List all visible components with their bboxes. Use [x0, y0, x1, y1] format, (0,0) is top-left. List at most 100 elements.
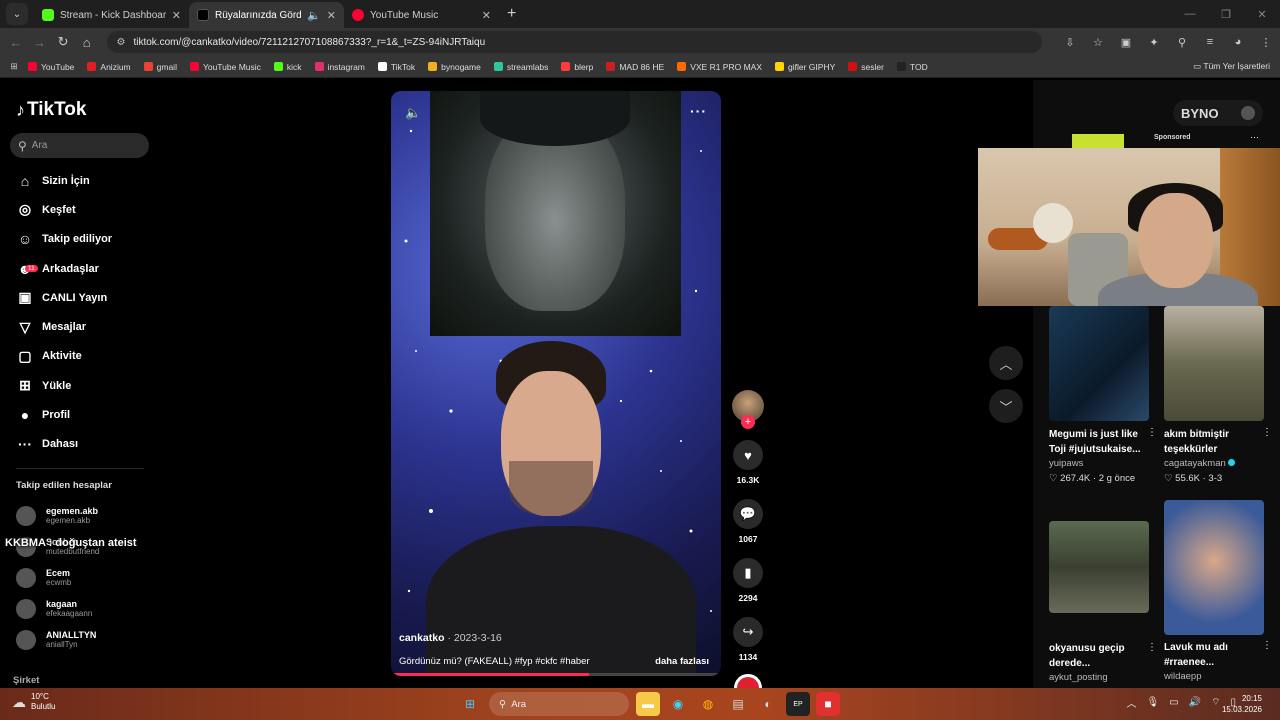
- streamlabs-icon[interactable]: ■: [816, 692, 840, 716]
- maximize-button[interactable]: ❐: [1208, 8, 1244, 21]
- extension-icon[interactable]: ▣: [1112, 36, 1140, 49]
- ad-close-icon[interactable]: [1241, 106, 1255, 120]
- more-options-icon[interactable]: ···: [690, 103, 707, 119]
- video-card[interactable]: akım bitmiştir teşekkürler ⋮ cagatayakma…: [1164, 306, 1272, 484]
- bookmark-star-icon[interactable]: ☆: [1084, 36, 1112, 49]
- apps-grid-icon[interactable]: ⊞: [0, 61, 28, 72]
- volume-tray-icon[interactable]: 🔊: [1189, 697, 1201, 708]
- video-card[interactable]: Megumi is just like Toji #jujutsukaise..…: [1049, 306, 1157, 484]
- nav-item[interactable]: ▣ CANLI Yayın: [16, 283, 112, 312]
- bookmark-item[interactable]: streamlabs: [493, 62, 548, 72]
- close-window-button[interactable]: ✕: [1244, 8, 1280, 21]
- video-thumbnail[interactable]: [1164, 500, 1264, 635]
- video-card[interactable]: okyanusu geçip derede... ⋮ aykut_posting: [1049, 521, 1157, 683]
- bookmark-item[interactable]: gifler GIPHY: [775, 62, 835, 72]
- follow-plus-icon[interactable]: +: [741, 415, 755, 429]
- bookmark-icon[interactable]: ▮: [733, 558, 763, 588]
- nav-item[interactable]: ▢ Aktivite: [16, 342, 112, 371]
- company-link[interactable]: Şirket: [13, 675, 39, 686]
- media-control-icon[interactable]: ≡: [1196, 36, 1224, 49]
- back-button[interactable]: ←: [4, 35, 28, 50]
- see-more-link[interactable]: daha fazlası: [655, 656, 709, 667]
- windows-start-icon[interactable]: ⊞: [458, 692, 482, 716]
- all-bookmarks-link[interactable]: ▭ Tüm Yer İşaretleri: [1193, 61, 1270, 72]
- bookmark-item[interactable]: YouTube Music: [189, 62, 261, 72]
- close-icon[interactable]: ✕: [327, 9, 336, 22]
- bookmark-item[interactable]: TOD: [896, 62, 928, 72]
- heart-icon[interactable]: ♥: [733, 440, 763, 470]
- file-explorer-icon[interactable]: ▬: [636, 692, 660, 716]
- video-thumbnail[interactable]: [1164, 306, 1264, 421]
- card-more-icon[interactable]: ⋮: [1147, 427, 1157, 438]
- card-title[interactable]: Lavuk mu adı #rraenee...: [1164, 640, 1259, 670]
- downloads-icon[interactable]: ⚲: [1168, 36, 1196, 49]
- minimize-button[interactable]: —: [1172, 8, 1208, 20]
- followed-account[interactable]: egemen.akb egemen.akb: [16, 500, 99, 531]
- site-info-icon[interactable]: ⚙: [117, 37, 126, 48]
- nav-item[interactable]: ⊞ Yükle: [16, 371, 112, 400]
- tab-tiktok-video[interactable]: Rüyalarınızda Gördüğünüz 🔈 ✕: [189, 2, 344, 28]
- nav-item[interactable]: ··· Dahası: [16, 430, 112, 459]
- forward-button[interactable]: →: [28, 35, 52, 50]
- followed-account[interactable]: ANIALLTYN aniallTyn: [16, 624, 99, 655]
- card-more-icon[interactable]: ⋮: [1147, 642, 1157, 653]
- card-user[interactable]: yuipaws: [1049, 458, 1149, 469]
- volume-icon[interactable]: 🔈: [405, 105, 421, 121]
- bookmark-item[interactable]: sesler: [848, 62, 884, 72]
- nav-item[interactable]: ⌂ Sizin İçin: [16, 166, 112, 195]
- nav-item[interactable]: ▽ Mesajlar: [16, 312, 112, 341]
- close-icon[interactable]: ✕: [172, 9, 181, 22]
- network-icon[interactable]: ⌔: [1211, 696, 1220, 709]
- bookmark-item[interactable]: instagram: [314, 62, 365, 72]
- share-icon[interactable]: ↪: [733, 617, 763, 647]
- followed-account[interactable]: kagaan efekaagaann: [16, 593, 99, 624]
- share-action[interactable]: ↪ 1134: [732, 617, 764, 662]
- card-title[interactable]: okyanusu geçip derede...: [1049, 641, 1144, 671]
- previous-video-button[interactable]: ︿: [989, 346, 1023, 380]
- nav-item[interactable]: ☺ Takip ediliyor: [16, 225, 112, 254]
- bookmark-item[interactable]: bynogame: [428, 62, 481, 72]
- bookmark-item[interactable]: gmail: [143, 62, 177, 72]
- sponsored-more-icon[interactable]: ···: [1250, 132, 1259, 142]
- tab-youtube-music[interactable]: YouTube Music ✕: [344, 2, 499, 28]
- tray-overflow-icon[interactable]: ︿: [1126, 695, 1136, 710]
- store-icon[interactable]: ▤: [726, 692, 750, 716]
- card-more-icon[interactable]: ⋮: [1262, 427, 1272, 438]
- card-user-line[interactable]: cagatayakman: [1164, 458, 1264, 469]
- save-action[interactable]: ▮ 2294: [732, 558, 764, 603]
- card-title[interactable]: Megumi is just like Toji #jujutsukaise..…: [1049, 427, 1144, 457]
- search-input[interactable]: ⚲ Ara: [10, 133, 149, 158]
- bookmark-item[interactable]: blerp: [561, 62, 593, 72]
- bookmark-item[interactable]: TikTok: [377, 62, 415, 72]
- puzzle-extensions-icon[interactable]: ✦: [1140, 36, 1168, 49]
- video-thumbnail[interactable]: [1049, 521, 1149, 613]
- taskbar-search[interactable]: ⚲ Ara: [489, 692, 629, 716]
- new-tab-button[interactable]: +: [507, 5, 516, 23]
- nav-item[interactable]: ● Profil: [16, 400, 112, 429]
- tab-search-button[interactable]: ⌄: [6, 3, 28, 25]
- creator-avatar[interactable]: +: [732, 390, 764, 429]
- chrome-icon[interactable]: ◍: [696, 692, 720, 716]
- video-card[interactable]: Lavuk mu adı #rraenee... ⋮ wildaepp: [1164, 500, 1272, 682]
- video-thumbnail[interactable]: [1049, 306, 1149, 421]
- video-author[interactable]: cankatko: [399, 632, 445, 644]
- more-menu-icon[interactable]: ⋮: [1252, 36, 1280, 49]
- install-app-icon[interactable]: ⇩: [1056, 36, 1084, 49]
- card-title[interactable]: akım bitmiştir teşekkürler: [1164, 427, 1259, 457]
- clock[interactable]: 20:15 15.03.2026: [1222, 693, 1262, 715]
- card-user[interactable]: wildaepp: [1164, 671, 1264, 682]
- card-user[interactable]: aykut_posting: [1049, 672, 1149, 683]
- microphone-icon[interactable]: 🎙: [1146, 697, 1159, 708]
- display-icon[interactable]: ▭: [1169, 697, 1178, 708]
- steam-icon[interactable]: ◐: [756, 692, 780, 716]
- nav-item[interactable]: ◎ Keşfet: [16, 195, 112, 224]
- comment-action[interactable]: 💬 1067: [732, 499, 764, 544]
- profile-avatar[interactable]: ◕: [1224, 36, 1252, 49]
- tiktok-logo[interactable]: ♪ TikTok: [16, 99, 86, 121]
- tab-kick-dashboard[interactable]: Stream - Kick Dashboard ✕: [34, 2, 189, 28]
- video-progress-bar[interactable]: [391, 673, 721, 676]
- url-field[interactable]: ⚙ tiktok.com/@cankatko/video/72112127071…: [106, 31, 1042, 53]
- like-action[interactable]: ♥ 16.3K: [732, 440, 764, 485]
- bookmark-item[interactable]: Anizium: [87, 62, 131, 72]
- bookmark-item[interactable]: kick: [273, 62, 302, 72]
